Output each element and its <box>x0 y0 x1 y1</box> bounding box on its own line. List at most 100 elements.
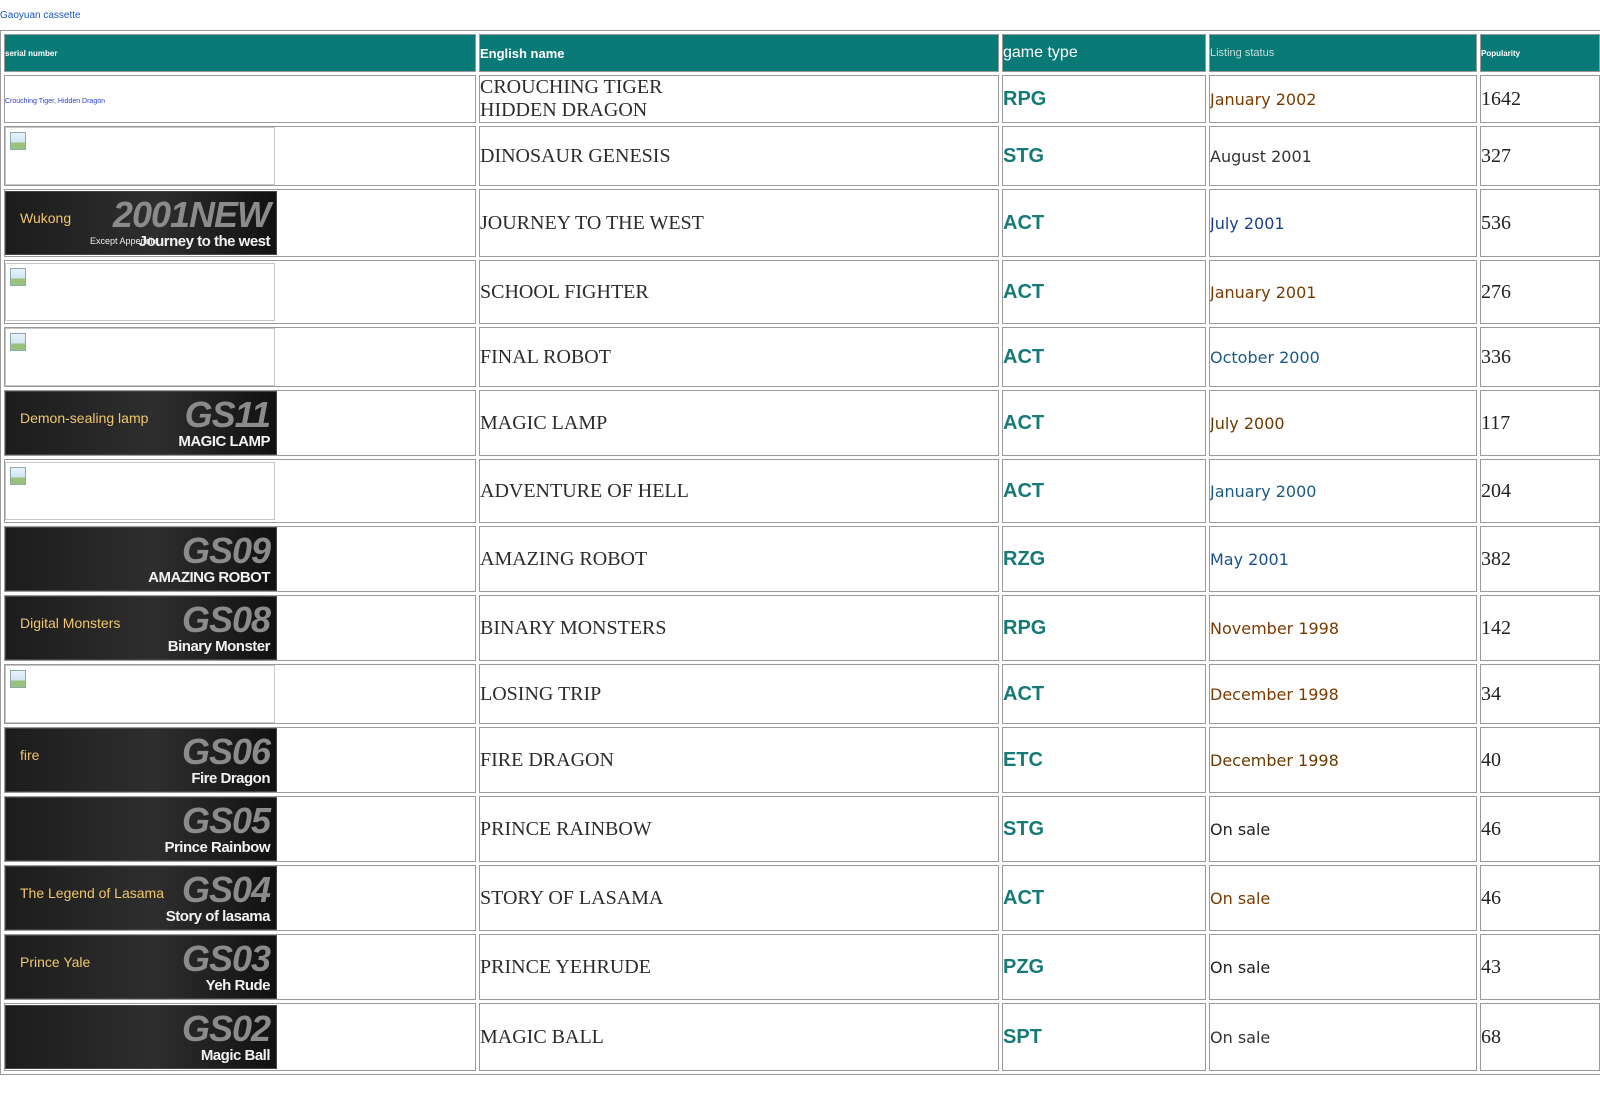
listing-status-cell: July 2000 <box>1209 390 1477 456</box>
serial-cell: GS04 Story of lasama The Legend of Lasama <box>4 865 476 931</box>
broken-image-icon <box>10 670 26 688</box>
listing-status-cell: On sale <box>1209 1003 1477 1071</box>
game-banner-image[interactable]: GS11 MAGIC LAMP Demon-sealing lamp <box>5 391 277 455</box>
top-link[interactable]: Gaoyuan cassette <box>0 10 81 21</box>
game-type-cell: STG <box>1002 796 1206 862</box>
table-row: GS04 Story of lasama The Legend of Lasama S… <box>4 865 1600 931</box>
listing-status-cell: May 2001 <box>1209 526 1477 592</box>
game-type-cell: PZG <box>1002 934 1206 1000</box>
listing-status-cell: On sale <box>1209 796 1477 862</box>
banner-subtitle: Fire Dragon <box>191 770 270 787</box>
game-banner-image[interactable]: GS03 Yeh Rude Prince Yale <box>5 935 277 999</box>
game-type-cell: ACT <box>1002 260 1206 324</box>
serial-cell <box>4 459 476 523</box>
table-row: GS08 Binary Monster Digital Monsters BINARY… <box>4 595 1600 661</box>
table-row: FINAL ROBOT ACT October 2000 336 <box>4 327 1600 387</box>
english-name-cell: STORY OF LASAMA <box>479 865 999 931</box>
listing-status-cell: January 2002 <box>1209 75 1477 123</box>
banner-code: GS11 <box>184 394 271 435</box>
english-name-cell: DINOSAUR GENESIS <box>479 126 999 186</box>
game-type-cell: ACT <box>1002 390 1206 456</box>
table-row: GS11 MAGIC LAMP Demon-sealing lamp MAGIC LA… <box>4 390 1600 456</box>
listing-status-cell: November 1998 <box>1209 595 1477 661</box>
english-name-cell: PRINCE RAINBOW <box>479 796 999 862</box>
serial-cell: GS02 Magic Ball <box>4 1003 476 1071</box>
banner-extra: Except Appendix <box>90 236 158 246</box>
table-row: GS03 Yeh Rude Prince Yale PRINCE YEHRUDE PZG… <box>4 934 1600 1000</box>
game-banner-image[interactable]: GS08 Binary Monster Digital Monsters <box>5 596 277 660</box>
game-banner-image[interactable]: GS09 AMAZING ROBOT <box>5 527 277 591</box>
game-banner-image[interactable]: 2001NEW Journey to the west Wukong Except A… <box>5 191 277 255</box>
banner-code: GS08 <box>181 599 271 640</box>
serial-cell: GS03 Yeh Rude Prince Yale <box>4 934 476 1000</box>
serial-cell: GS08 Binary Monster Digital Monsters <box>4 595 476 661</box>
banner-code: GS04 <box>181 869 271 910</box>
banner-subtitle: Journey to the west <box>138 233 271 250</box>
banner-title: Demon-sealing lamp <box>20 410 149 426</box>
english-name-cell: AMAZING ROBOT <box>479 526 999 592</box>
table-row: GS06 Fire Dragon fire FIRE DRAGON ETC Decembe… <box>4 727 1600 793</box>
broken-image[interactable] <box>5 328 275 386</box>
english-name-cell: BINARY MONSTERS <box>479 595 999 661</box>
popularity-cell: 336 <box>1480 327 1600 387</box>
game-type-cell: RZG <box>1002 526 1206 592</box>
broken-image-icon <box>10 268 26 286</box>
english-name-cell: LOSING TRIP <box>479 664 999 724</box>
english-name-cell: ADVENTURE OF HELL <box>479 459 999 523</box>
popularity-cell: 382 <box>1480 526 1600 592</box>
table-row: SCHOOL FIGHTER ACT January 2001 276 <box>4 260 1600 324</box>
game-type-cell: STG <box>1002 126 1206 186</box>
games-table: serial number English name game type Lis… <box>0 30 1600 1075</box>
table-row: 2001NEW Journey to the west Wukong Except A… <box>4 189 1600 257</box>
serial-cell: GS05 Prince Rainbow <box>4 796 476 862</box>
game-banner-image[interactable]: GS02 Magic Ball <box>5 1005 277 1069</box>
game-banner-image[interactable]: GS06 Fire Dragon fire <box>5 728 277 792</box>
english-name-cell: FIRE DRAGON <box>479 727 999 793</box>
popularity-cell: 43 <box>1480 934 1600 1000</box>
english-name-cell: FINAL ROBOT <box>479 327 999 387</box>
english-name-cell: SCHOOL FIGHTER <box>479 260 999 324</box>
broken-image[interactable] <box>5 263 275 321</box>
popularity-cell: 142 <box>1480 595 1600 661</box>
header-game-type: game type <box>1002 34 1206 72</box>
banner-code: GS02 <box>181 1008 271 1049</box>
serial-cell: GS06 Fire Dragon fire <box>4 727 476 793</box>
table-row: GS09 AMAZING ROBOT AMAZING ROBOT RZG May 200… <box>4 526 1600 592</box>
popularity-cell: 46 <box>1480 865 1600 931</box>
game-type-cell: ETC <box>1002 727 1206 793</box>
popularity-cell: 327 <box>1480 126 1600 186</box>
popularity-cell: 40 <box>1480 727 1600 793</box>
listing-status-cell: December 1998 <box>1209 664 1477 724</box>
popularity-cell: 204 <box>1480 459 1600 523</box>
english-name-cell: MAGIC LAMP <box>479 390 999 456</box>
broken-image[interactable] <box>5 462 275 520</box>
game-type-cell: RPG <box>1002 75 1206 123</box>
broken-image[interactable] <box>5 127 275 185</box>
broken-image-icon <box>10 132 26 150</box>
game-banner-image[interactable]: GS04 Story of lasama The Legend of Lasama <box>5 866 277 930</box>
header-serial: serial number <box>4 34 476 72</box>
serial-cell <box>4 126 476 186</box>
banner-code: GS03 <box>181 938 271 979</box>
popularity-cell: 117 <box>1480 390 1600 456</box>
banner-code: GS09 <box>181 530 271 571</box>
table-row: DINOSAUR GENESIS STG August 2001 327 <box>4 126 1600 186</box>
popularity-cell: 1642 <box>1480 75 1600 123</box>
popularity-cell: 536 <box>1480 189 1600 257</box>
listing-status-cell: January 2001 <box>1209 260 1477 324</box>
game-banner-image[interactable]: GS05 Prince Rainbow <box>5 797 277 861</box>
banner-title: The Legend of Lasama <box>20 885 164 901</box>
banner-subtitle: MAGIC LAMP <box>178 433 270 450</box>
broken-image[interactable] <box>5 665 275 723</box>
table-row: ADVENTURE OF HELL ACT January 2000 204 <box>4 459 1600 523</box>
table-row: LOSING TRIP ACT December 1998 34 <box>4 664 1600 724</box>
broken-image-icon <box>10 467 26 485</box>
header-row: serial number English name game type Lis… <box>4 34 1600 72</box>
banner-subtitle: Prince Rainbow <box>164 839 270 856</box>
table-row: GS05 Prince Rainbow PRINCE RAINBOW STG On sa… <box>4 796 1600 862</box>
banner-subtitle: Binary Monster <box>167 638 271 655</box>
banner-title: fire <box>20 747 40 763</box>
serial-link[interactable]: Crouching Tiger, Hidden Dragon <box>5 98 105 105</box>
header-popularity: Popularity <box>1480 34 1600 72</box>
popularity-cell: 68 <box>1480 1003 1600 1071</box>
